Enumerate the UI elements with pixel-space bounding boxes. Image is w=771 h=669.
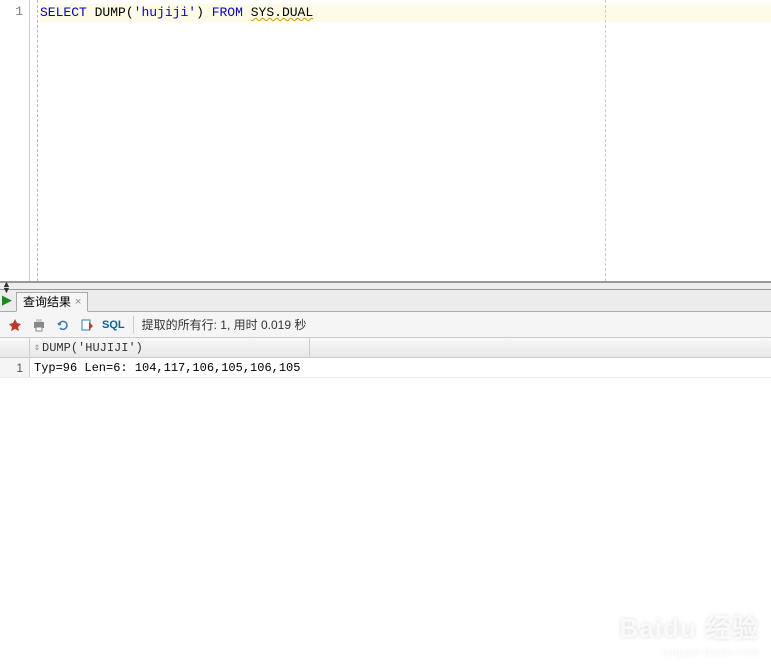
pin-icon[interactable] bbox=[6, 316, 24, 334]
line-gutter: 1 bbox=[0, 0, 30, 281]
refresh-icon[interactable] bbox=[54, 316, 72, 334]
close-icon[interactable]: × bbox=[75, 296, 81, 308]
toolbar-separator bbox=[133, 316, 134, 334]
row-number: 1 bbox=[0, 358, 30, 377]
line-number: 1 bbox=[0, 4, 23, 19]
sort-icon[interactable]: ⇕ bbox=[34, 342, 40, 354]
tab-label: 查询结果 bbox=[23, 293, 71, 310]
code-content[interactable]: SELECT DUMP('hujiji') FROM SYS.DUAL bbox=[38, 0, 771, 281]
result-grid: ⇕ DUMP('HUJIJI') 1 Typ=96 Len=6: 104,117… bbox=[0, 338, 771, 378]
results-toolbar: SQL 提取的所有行: 1, 用时 0.019 秒 bbox=[0, 312, 771, 338]
watermark: Baidu 经验 jingyan.baidu.com bbox=[620, 608, 759, 659]
watermark-main: Baidu 经验 bbox=[620, 608, 759, 645]
run-icon[interactable]: ▶ bbox=[2, 292, 12, 308]
keyword-from: FROM bbox=[212, 5, 243, 20]
keyword-select: SELECT bbox=[40, 5, 87, 20]
status-rowcount: 1 bbox=[220, 318, 227, 332]
grid-header-row: ⇕ DUMP('HUJIJI') bbox=[0, 338, 771, 358]
fold-margin bbox=[30, 0, 38, 281]
status-suffix: 秒 bbox=[291, 318, 306, 332]
print-margin bbox=[605, 0, 606, 281]
code-area[interactable]: SELECT DUMP('hujiji') FROM SYS.DUAL bbox=[30, 0, 771, 281]
code-line-1[interactable]: SELECT DUMP('hujiji') FROM SYS.DUAL bbox=[40, 4, 771, 22]
cell-value[interactable]: Typ=96 Len=6: 104,117,106,105,106,105 bbox=[30, 358, 300, 377]
sql-button[interactable]: SQL bbox=[102, 319, 125, 331]
paren-close: ) bbox=[196, 5, 204, 20]
table-row[interactable]: 1 Typ=96 Len=6: 104,117,106,105,106,105 bbox=[0, 358, 771, 378]
string-literal: 'hujiji' bbox=[134, 5, 196, 20]
func-dump: DUMP bbox=[95, 5, 126, 20]
table-name: SYS.DUAL bbox=[251, 5, 313, 20]
tab-query-result[interactable]: 查询结果 × bbox=[16, 292, 88, 312]
status-prefix: 提取的所有行: bbox=[142, 318, 221, 332]
column-header[interactable]: ⇕ DUMP('HUJIJI') bbox=[30, 338, 310, 357]
status-text: 提取的所有行: 1, 用时 0.019 秒 bbox=[142, 316, 307, 333]
watermark-sub: jingyan.baidu.com bbox=[620, 645, 759, 659]
horizontal-splitter[interactable]: ▲▼ bbox=[0, 282, 771, 290]
results-tab-bar: 查询结果 × bbox=[0, 290, 771, 312]
status-elapsed: 0.019 bbox=[261, 318, 291, 332]
column-header-label: DUMP('HUJIJI') bbox=[42, 341, 143, 355]
grid-corner bbox=[0, 338, 30, 357]
export-icon[interactable] bbox=[78, 316, 96, 334]
print-icon[interactable] bbox=[30, 316, 48, 334]
paren-open: ( bbox=[126, 5, 134, 20]
sql-editor-area: 1 SELECT DUMP('hujiji') FROM SYS.DUAL bbox=[0, 0, 771, 282]
status-mid: , 用时 bbox=[227, 318, 261, 332]
